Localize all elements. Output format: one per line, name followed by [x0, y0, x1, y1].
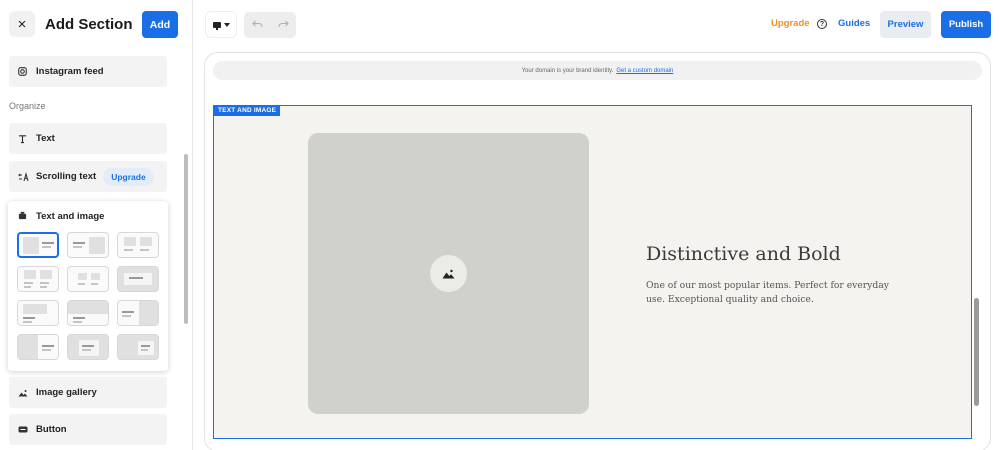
image-placeholder-icon: [430, 255, 467, 292]
custom-domain-link[interactable]: Get a custom domain: [616, 68, 673, 74]
text-and-image-header: Text and image: [18, 211, 104, 222]
scrolling-text-icon: [9, 171, 31, 182]
layout-option[interactable]: [117, 266, 159, 292]
section-heading[interactable]: Distinctive and Bold: [646, 243, 841, 265]
layout-option[interactable]: [17, 266, 59, 292]
redo-icon[interactable]: [277, 19, 289, 31]
section-item-label: Text: [36, 133, 55, 144]
publish-button[interactable]: Publish: [941, 11, 991, 38]
layout-option[interactable]: [67, 266, 109, 292]
close-button[interactable]: ×: [9, 11, 35, 37]
layout-option[interactable]: [117, 334, 159, 360]
group-label-organize: Organize: [9, 101, 46, 111]
layout-option[interactable]: [17, 232, 59, 258]
editor-toolbar: Upgrade ? Guides Preview Publish: [193, 0, 1000, 50]
section-item-text-and-image[interactable]: Text and image: [8, 201, 168, 371]
add-button[interactable]: Add: [142, 11, 178, 38]
section-item-scrolling-text[interactable]: Scrolling text Upgrade: [9, 161, 167, 192]
section-item-label: Instagram feed: [36, 66, 104, 77]
layout-option[interactable]: [117, 232, 159, 258]
preview-button[interactable]: Preview: [880, 11, 931, 38]
section-item-label: Scrolling text: [36, 171, 97, 182]
layout-option[interactable]: [17, 334, 59, 360]
close-icon: ×: [17, 15, 27, 33]
section-item-label: Image gallery: [36, 387, 97, 398]
section-item-label: Button: [36, 424, 67, 435]
layout-option[interactable]: [67, 232, 109, 258]
text-and-image-section[interactable]: TEXT AND IMAGE Distinctive and Bold One …: [213, 105, 972, 439]
image-placeholder[interactable]: [308, 133, 589, 414]
domain-banner: Your domain is your brand identity. Get …: [213, 61, 982, 80]
layout-option[interactable]: [67, 334, 109, 360]
undo-redo-group: [244, 12, 296, 38]
upgrade-badge[interactable]: Upgrade: [103, 167, 154, 186]
section-body-text[interactable]: One of our most popular items. Perfect f…: [646, 279, 906, 307]
chevron-down-icon: [223, 22, 230, 27]
layout-option[interactable]: [17, 300, 59, 326]
text-icon: [9, 134, 31, 144]
panel-title: Add Section: [45, 16, 133, 33]
section-tag: TEXT AND IMAGE: [214, 105, 281, 116]
layout-option[interactable]: [117, 300, 159, 326]
device-switcher-button[interactable]: [206, 12, 236, 37]
image-gallery-icon: [9, 389, 31, 397]
panel-scrollbar[interactable]: [184, 154, 188, 324]
upgrade-link[interactable]: Upgrade: [771, 18, 810, 29]
section-item-button[interactable]: Button: [9, 414, 167, 445]
canvas-scrollbar[interactable]: [974, 298, 979, 406]
layout-option[interactable]: [67, 300, 109, 326]
section-item-image-gallery[interactable]: Image gallery: [9, 377, 167, 408]
undo-icon[interactable]: [251, 19, 263, 31]
help-icon[interactable]: ?: [817, 19, 827, 29]
guides-link[interactable]: Guides: [838, 18, 870, 29]
section-item-instagram-feed[interactable]: Instagram feed: [9, 56, 167, 87]
layout-options-grid: [17, 232, 161, 360]
text-and-image-label: Text and image: [36, 211, 105, 222]
site-preview-canvas: Your domain is your brand identity. Get …: [204, 52, 991, 450]
desktop-icon: [212, 21, 221, 30]
button-icon: [9, 426, 31, 433]
section-list: Instagram feed Organize Text Scrolling t…: [0, 50, 193, 450]
text-image-icon: [18, 211, 27, 222]
domain-banner-text: Your domain is your brand identity.: [521, 67, 614, 74]
panel-header: × Add Section Add: [0, 0, 193, 50]
instagram-icon: [9, 67, 31, 76]
add-section-panel: × Add Section Add Instagram feed Organiz…: [0, 0, 193, 450]
section-item-text[interactable]: Text: [9, 123, 167, 154]
